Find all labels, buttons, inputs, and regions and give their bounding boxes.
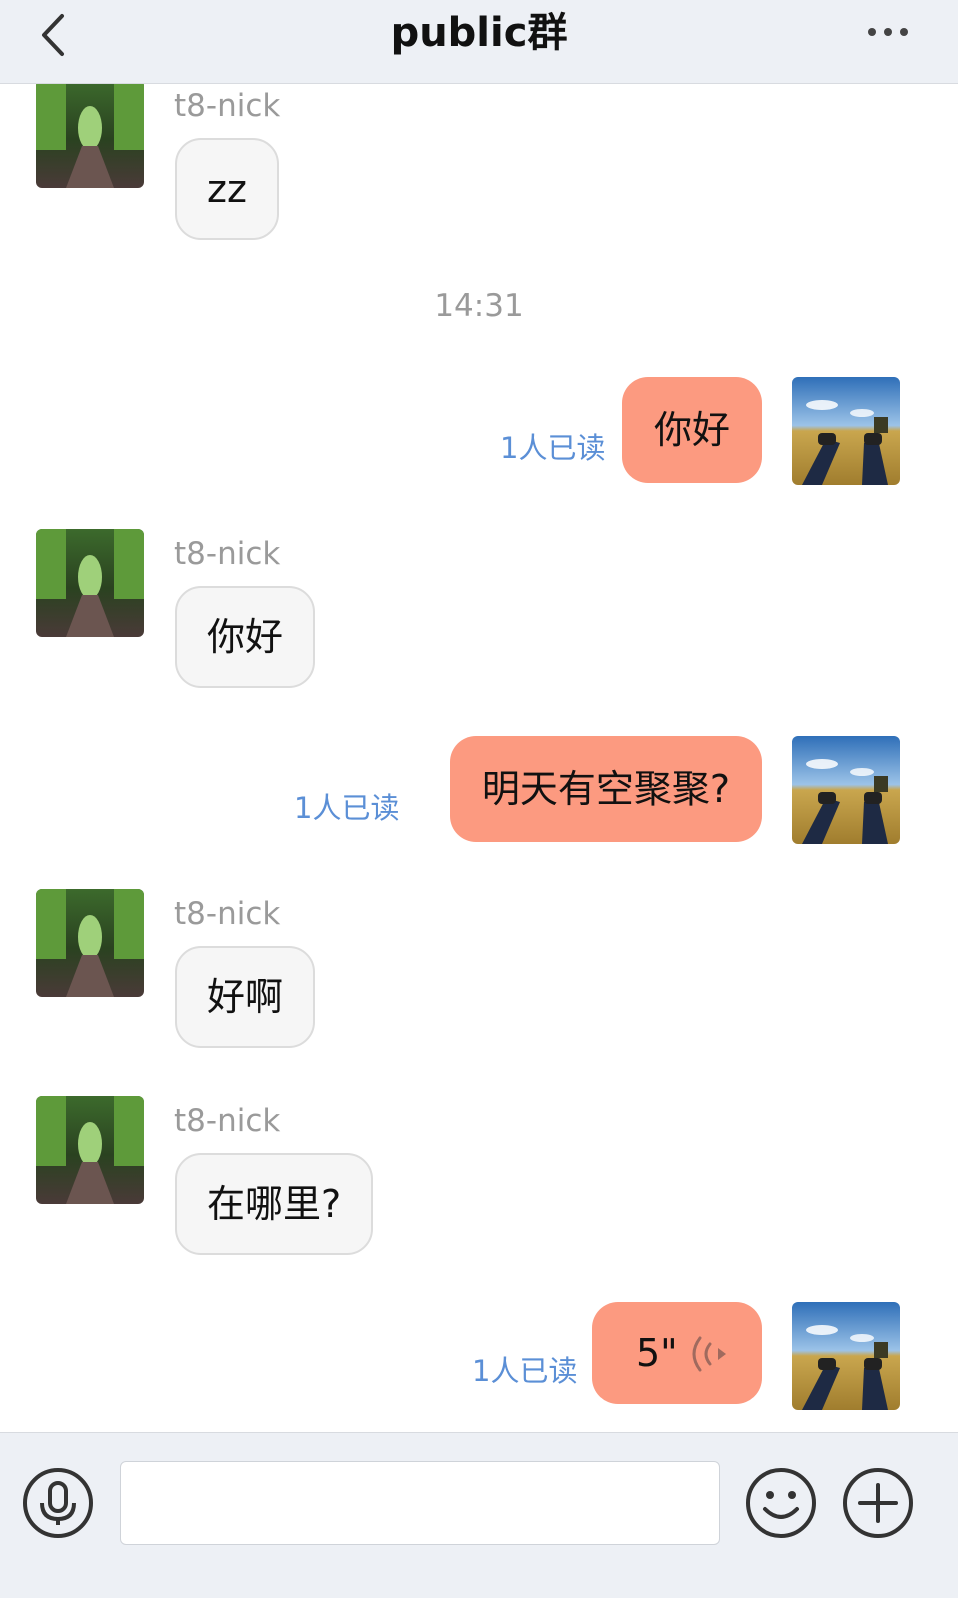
composer-bar bbox=[0, 1432, 958, 1598]
top-bar: public群 bbox=[0, 0, 958, 84]
incoming-message-bubble[interactable]: 好啊 bbox=[175, 946, 316, 1048]
avatar-contact[interactable] bbox=[36, 84, 144, 188]
more-dots-icon[interactable] bbox=[858, 20, 918, 44]
read-status: 1人已读 bbox=[472, 1354, 578, 1388]
voice-wave-icon bbox=[692, 1336, 726, 1372]
smiley-icon[interactable] bbox=[745, 1467, 817, 1539]
sender-name: t8-nick bbox=[174, 896, 281, 932]
microphone-icon[interactable] bbox=[22, 1467, 94, 1539]
voice-message-bubble[interactable]: 5" bbox=[592, 1302, 762, 1404]
outgoing-message-bubble[interactable]: 你好 bbox=[621, 377, 762, 483]
sender-name: t8-nick bbox=[174, 88, 281, 124]
avatar-contact[interactable] bbox=[36, 529, 144, 637]
outgoing-message-bubble[interactable]: 明天有空聚聚? bbox=[449, 736, 762, 842]
avatar-self[interactable] bbox=[792, 1302, 900, 1410]
incoming-message-bubble[interactable]: 在哪里? bbox=[175, 1153, 374, 1255]
sender-name: t8-nick bbox=[174, 536, 281, 572]
avatar-contact[interactable] bbox=[36, 889, 144, 997]
timestamp: 14:31 bbox=[434, 288, 524, 324]
message-input[interactable] bbox=[120, 1461, 720, 1545]
avatar-self[interactable] bbox=[792, 736, 900, 844]
avatar-self[interactable] bbox=[792, 377, 900, 485]
voice-duration: 5" bbox=[636, 1331, 678, 1375]
chat-title: public群 bbox=[390, 10, 568, 56]
sender-name: t8-nick bbox=[174, 1103, 281, 1139]
message-list[interactable]: t8-nick zz 14:31 1人已读 你好 t8-nick 你好 1人已读… bbox=[0, 84, 958, 1460]
incoming-message-bubble[interactable]: zz bbox=[175, 138, 279, 240]
avatar-contact[interactable] bbox=[36, 1096, 144, 1204]
read-status: 1人已读 bbox=[500, 431, 606, 465]
read-status: 1人已读 bbox=[294, 791, 400, 825]
incoming-message-bubble[interactable]: 你好 bbox=[175, 586, 316, 688]
plus-circle-icon[interactable] bbox=[842, 1467, 914, 1539]
